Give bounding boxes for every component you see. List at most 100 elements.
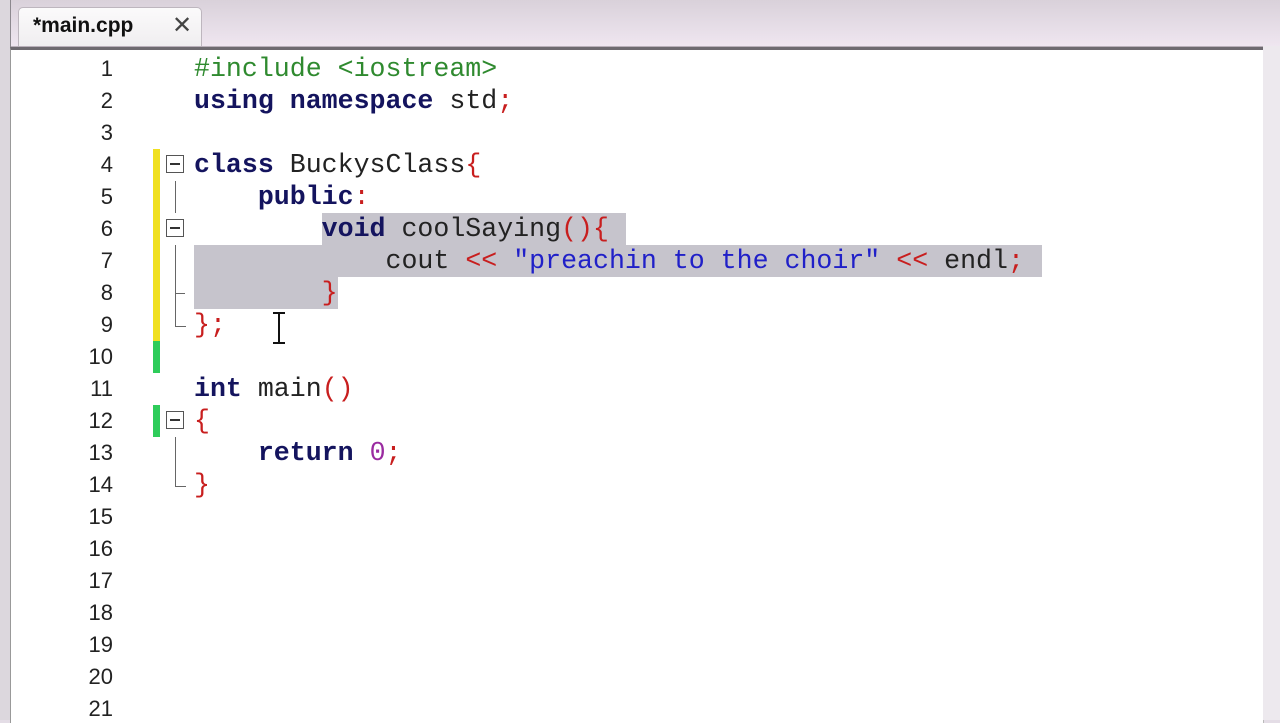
line-number: 10 [88,344,113,369]
fold-guide [175,181,176,213]
code-line[interactable]: return 0; [194,437,402,469]
fold-guide-end [175,469,186,487]
tab-label: *main.cpp [33,14,134,37]
line-number: 7 [100,248,113,273]
token-id [354,438,370,468]
token-kw: return [257,438,354,468]
collapse-icon[interactable] [166,155,184,173]
token-id: coolSaying [385,214,562,244]
modified-line-marker [153,245,160,277]
line-number: 4 [100,152,113,177]
token-op: (){ [561,214,609,244]
line-number: 8 [100,280,113,305]
code-line[interactable]: { [194,405,210,437]
fold-end [166,309,186,341]
line-number: 9 [100,312,113,337]
token-kw: namespace [289,86,434,116]
fold-guide [175,437,176,469]
token-kw: using [194,86,274,116]
token-id [194,438,258,468]
line-number: 13 [88,440,113,465]
close-icon[interactable]: ✕ [172,11,192,40]
code-line[interactable]: class BuckysClass{ [194,149,481,181]
modified-line-marker [153,309,160,341]
token-op: ; [497,86,514,116]
line-number: 20 [88,664,113,689]
token-op: } [321,278,338,308]
line-number: 3 [100,120,113,145]
text-cursor-icon [273,312,285,344]
fold-line [166,245,186,277]
token-kw: public [257,182,354,212]
token-op: { [465,150,482,180]
line-number: 2 [100,88,113,113]
modified-line-marker [153,277,160,309]
token-id: main [241,374,322,404]
code-line[interactable]: void coolSaying(){ [194,213,609,245]
token-pp: #include <iostream> [194,54,498,84]
token-op: : [353,182,370,212]
token-id: std [433,86,498,116]
token-op: ; [1007,246,1024,276]
token-str: "preachin to the choir" [513,246,881,276]
token-id: endl [928,246,1008,276]
token-id: BuckysClass [273,150,466,180]
line-number: 11 [90,376,113,401]
line-number: 19 [88,632,113,657]
fold-box[interactable] [166,213,186,245]
token-op: }; [194,310,226,340]
token-num: 0 [369,438,386,468]
token-op: () [321,374,354,404]
fold-line [166,437,186,469]
line-number: 1 [100,56,113,81]
token-op: } [194,470,210,500]
fold-line [166,181,186,213]
code-line[interactable]: using namespace std; [194,85,513,117]
line-number: 18 [88,600,113,625]
fold-end [166,469,186,501]
line-number: 16 [88,536,113,561]
fold-guide-end [175,293,185,294]
code-editor[interactable]: 1 #include <iostream> 2 using namespace std… [10,47,1264,723]
fold-guide-end [175,309,186,327]
code-line[interactable]: }; [194,309,226,341]
saved-line-marker [153,341,160,373]
token-op: << [465,246,498,276]
collapse-icon[interactable] [166,411,184,429]
fold-box[interactable] [166,405,186,437]
saved-line-marker [153,405,160,437]
token-id [497,246,513,276]
token-op: << [896,246,929,276]
code-line[interactable]: public: [194,181,370,213]
fold-box[interactable] [166,149,186,181]
token-id: cout [194,246,466,276]
tab-main-cpp[interactable]: *main.cpp ✕ [18,7,202,46]
code-line[interactable]: } [194,469,210,501]
code-line[interactable]: cout << "preachin to the choir" << endl; [194,245,1024,277]
modified-line-marker [153,213,160,245]
code-line[interactable]: int main() [194,373,354,405]
line-number: 21 [88,696,113,721]
token-kw: int [194,374,242,404]
line-number: 12 [88,408,113,433]
token-id [194,214,322,244]
token-id [194,182,258,212]
line-number: 5 [100,184,113,209]
tab-bar: *main.cpp ✕ [0,0,1280,47]
collapse-icon[interactable] [166,219,184,237]
token-id [274,86,290,116]
token-kw: class [194,150,274,180]
token-id [880,246,896,276]
token-id [194,278,322,308]
modified-line-marker [153,149,160,181]
line-number: 17 [88,568,113,593]
code-line[interactable]: } [194,277,338,309]
line-number: 6 [100,216,113,241]
token-op: { [194,406,210,436]
token-op: ; [385,438,402,468]
code-line[interactable]: #include <iostream> [194,53,497,85]
modified-line-marker [153,181,160,213]
line-number: 15 [88,504,113,529]
fold-guide [175,245,176,277]
scrollbar[interactable] [1263,46,1280,720]
